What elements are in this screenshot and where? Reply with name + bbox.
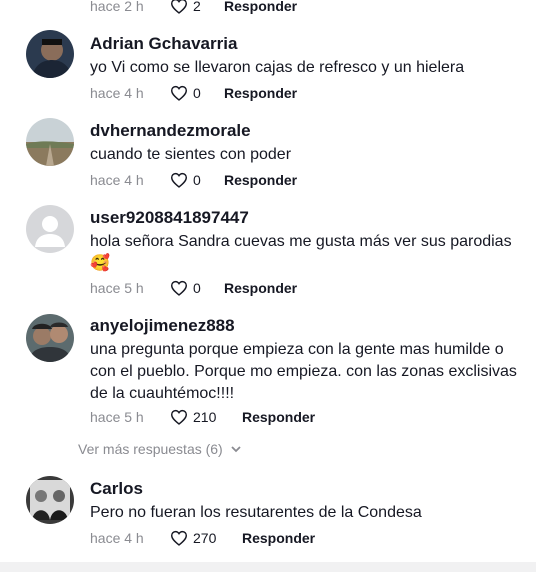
heart-outline-icon bbox=[170, 409, 188, 425]
avatar[interactable] bbox=[26, 118, 74, 166]
like-button[interactable]: 2 bbox=[170, 0, 224, 14]
comment-meta-partial: hace 2 h 2 Responder bbox=[90, 0, 297, 17]
reply-button[interactable]: Responder bbox=[224, 280, 297, 296]
comment-text: yo Vi como se llevaron cajas de refresco… bbox=[90, 59, 465, 76]
like-count: 0 bbox=[193, 280, 201, 296]
bottom-divider bbox=[0, 562, 536, 572]
comment-text: una pregunta porque empieza con la gente… bbox=[90, 341, 517, 402]
like-count: 2 bbox=[193, 0, 201, 14]
comment-username[interactable]: anyelojimenez888 bbox=[90, 315, 520, 337]
like-button[interactable]: 0 bbox=[170, 85, 224, 101]
like-button[interactable]: 0 bbox=[170, 172, 224, 188]
avatar[interactable] bbox=[26, 476, 74, 524]
like-count: 270 bbox=[193, 530, 217, 546]
comment-time: hace 4 h bbox=[90, 530, 144, 546]
comment-meta: hace 4 h 270 Responder bbox=[90, 527, 315, 549]
avatar[interactable] bbox=[26, 314, 74, 362]
comment-text: hola señora Sandra cuevas me gusta más v… bbox=[90, 233, 512, 272]
heart-outline-icon bbox=[170, 0, 188, 14]
like-count: 210 bbox=[193, 409, 217, 425]
comment-text: Pero no fueran los resutarentes de la Co… bbox=[90, 504, 422, 521]
view-more-label: Ver más respuestas (6) bbox=[78, 441, 223, 457]
chevron-down-icon bbox=[231, 445, 241, 452]
comment-time: hace 2 h bbox=[90, 0, 144, 14]
like-button[interactable]: 210 bbox=[170, 409, 242, 425]
avatar[interactable] bbox=[26, 205, 74, 253]
like-button[interactable]: 0 bbox=[170, 280, 224, 296]
comment-time: hace 4 h bbox=[90, 85, 144, 101]
like-count: 0 bbox=[193, 85, 201, 101]
comment-username[interactable]: user9208841897447 bbox=[90, 207, 520, 229]
avatar[interactable] bbox=[26, 30, 74, 78]
comment-meta: hace 4 h 0 Responder bbox=[90, 82, 297, 104]
comment-username[interactable]: dvhernandezmorale bbox=[90, 120, 520, 142]
reply-button[interactable]: Responder bbox=[242, 530, 315, 546]
heart-outline-icon bbox=[170, 280, 188, 296]
reply-button[interactable]: Responder bbox=[242, 409, 315, 425]
reply-button[interactable]: Responder bbox=[224, 0, 297, 14]
comment-meta: hace 5 h 210 Responder bbox=[90, 406, 315, 428]
comment-text: cuando te sientes con poder bbox=[90, 146, 292, 163]
heart-outline-icon bbox=[170, 530, 188, 546]
comment-time: hace 5 h bbox=[90, 409, 144, 425]
like-button[interactable]: 270 bbox=[170, 530, 242, 546]
reply-button[interactable]: Responder bbox=[224, 172, 297, 188]
heart-outline-icon bbox=[170, 172, 188, 188]
comment-meta: hace 5 h 0 Responder bbox=[90, 277, 297, 299]
reply-button[interactable]: Responder bbox=[224, 85, 297, 101]
like-count: 0 bbox=[193, 172, 201, 188]
heart-outline-icon bbox=[170, 85, 188, 101]
comment-username[interactable]: Carlos bbox=[90, 478, 520, 500]
comment-time: hace 5 h bbox=[90, 280, 144, 296]
view-more-replies-button[interactable]: Ver más respuestas (6) bbox=[78, 441, 241, 457]
comment-time: hace 4 h bbox=[90, 172, 144, 188]
comment-meta: hace 4 h 0 Responder bbox=[90, 169, 297, 191]
comment-username[interactable]: Adrian Gchavarria bbox=[90, 33, 520, 55]
